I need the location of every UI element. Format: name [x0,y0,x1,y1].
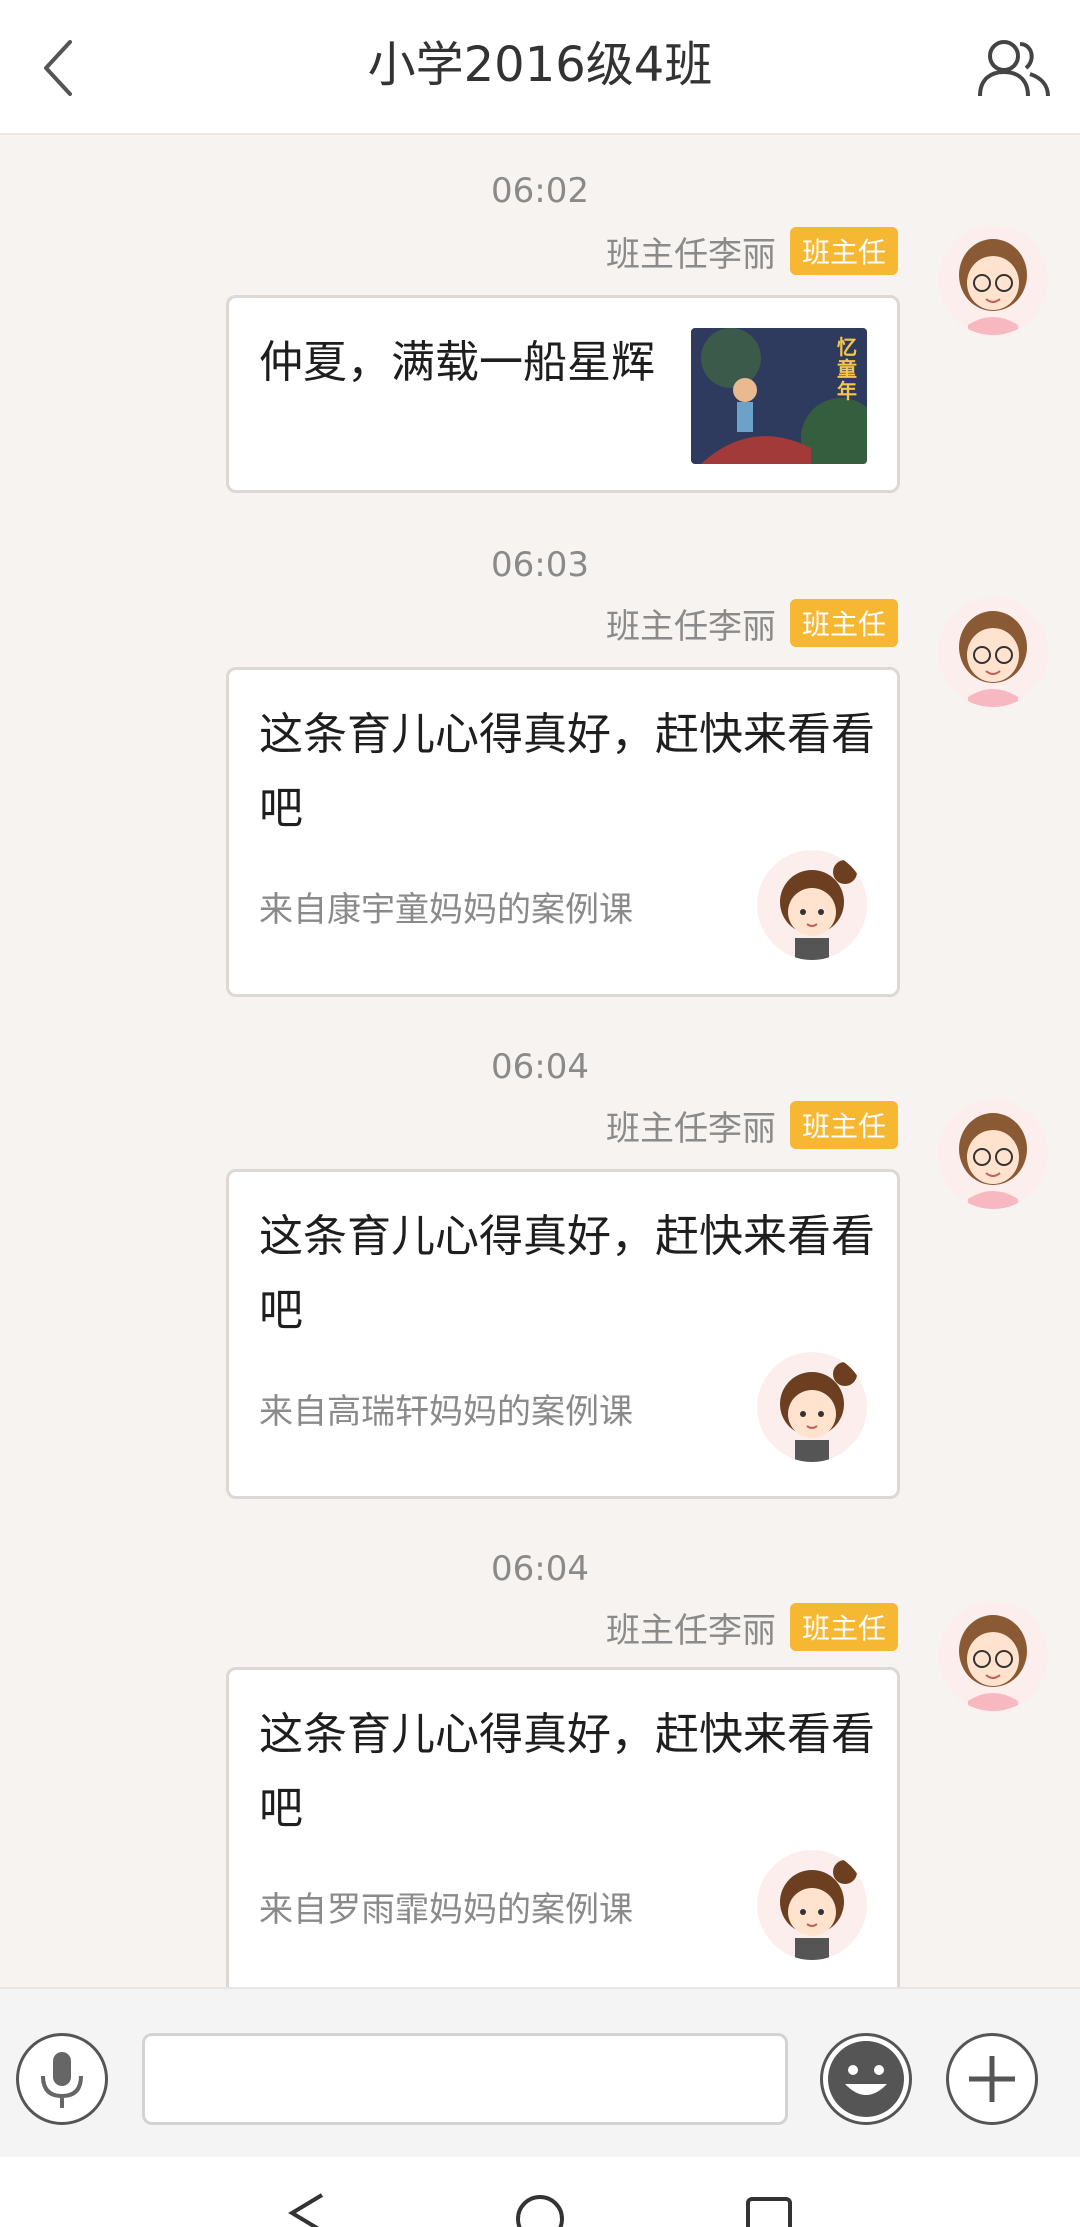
message-text: 仲夏，满载一船星辉 [259,337,655,388]
author-avatar [757,1850,867,1960]
role-badge: 班主任 [789,1603,898,1651]
message-text: 这条育儿心得真好，赶快来看看吧 [259,1709,875,1834]
author-avatar [757,1352,867,1462]
teacher-avatar[interactable] [938,225,1048,335]
role-badge: 班主任 [789,599,898,647]
message-text: 这条育儿心得真好，赶快来看看吧 [259,1211,875,1336]
sender-row: 班主任李丽 班主任 [606,227,898,275]
message-timestamp: 06:02 [491,171,589,211]
more-actions-button[interactable] [946,2033,1038,2125]
microphone-icon [41,2052,83,2108]
sender-row: 班主任李丽 班主任 [606,1603,898,1651]
teacher-avatar[interactable] [938,1099,1048,1209]
role-badge: 班主任 [789,227,898,275]
message-timestamp: 06:04 [491,1549,589,1589]
emoji-button[interactable] [820,2033,912,2125]
sender-name: 班主任李丽 [605,1108,776,1149]
case-study-card[interactable]: 这条育儿心得真好，赶快来看看吧 来自康宇童妈妈的案例课 [226,667,900,997]
sender-row: 班主任李丽 班主任 [606,1101,898,1149]
home-circle-icon[interactable] [514,2193,566,2227]
message-input-bar [0,1987,1080,2157]
case-study-card[interactable]: 这条育儿心得真好，赶快来看看吧 来自高瑞轩妈妈的案例课 [226,1169,900,1499]
message-timestamp: 06:03 [491,545,589,585]
plus-icon [969,2056,1015,2102]
article-card[interactable]: 仲夏，满载一船星辉 忆童年 [226,295,900,493]
teacher-avatar[interactable] [938,597,1048,707]
message-source: 来自康宇童妈妈的案例课 [259,890,633,930]
sender-name: 班主任李丽 [605,1610,776,1651]
thumbnail-caption: 忆童年 [837,335,857,403]
system-navigation-bar [0,2157,1080,2227]
group-members-button[interactable] [974,30,1054,110]
message-source: 来自高瑞轩妈妈的案例课 [259,1392,633,1432]
chat-message-list[interactable]: 06:02 班主任李丽 班主任 仲夏，满载一船星辉 忆童年 06:03 班主任李… [0,137,1080,1987]
group-icon [978,40,1050,97]
message-timestamp: 06:04 [491,1047,589,1087]
back-triangle-icon[interactable] [282,2193,332,2227]
role-badge: 班主任 [789,1101,898,1149]
voice-button[interactable] [16,2033,108,2125]
sender-row: 班主任李丽 班主任 [606,599,898,647]
teacher-avatar[interactable] [938,1601,1048,1711]
sender-name: 班主任李丽 [605,606,776,647]
app-header: 小学2016级4班 [0,0,1080,135]
sender-name: 班主任李丽 [605,234,776,275]
message-input[interactable] [142,2033,788,2125]
message-source: 来自罗雨霏妈妈的案例课 [259,1890,633,1930]
message-text: 这条育儿心得真好，赶快来看看吧 [259,709,875,834]
author-avatar [757,850,867,960]
recents-square-icon[interactable] [744,2195,794,2227]
case-study-card[interactable]: 这条育儿心得真好，赶快来看看吧 来自罗雨霏妈妈的案例课 [226,1667,900,1987]
article-thumbnail: 忆童年 [691,328,867,464]
smiley-icon [828,2041,904,2117]
page-title: 小学2016级4班 [367,37,713,93]
